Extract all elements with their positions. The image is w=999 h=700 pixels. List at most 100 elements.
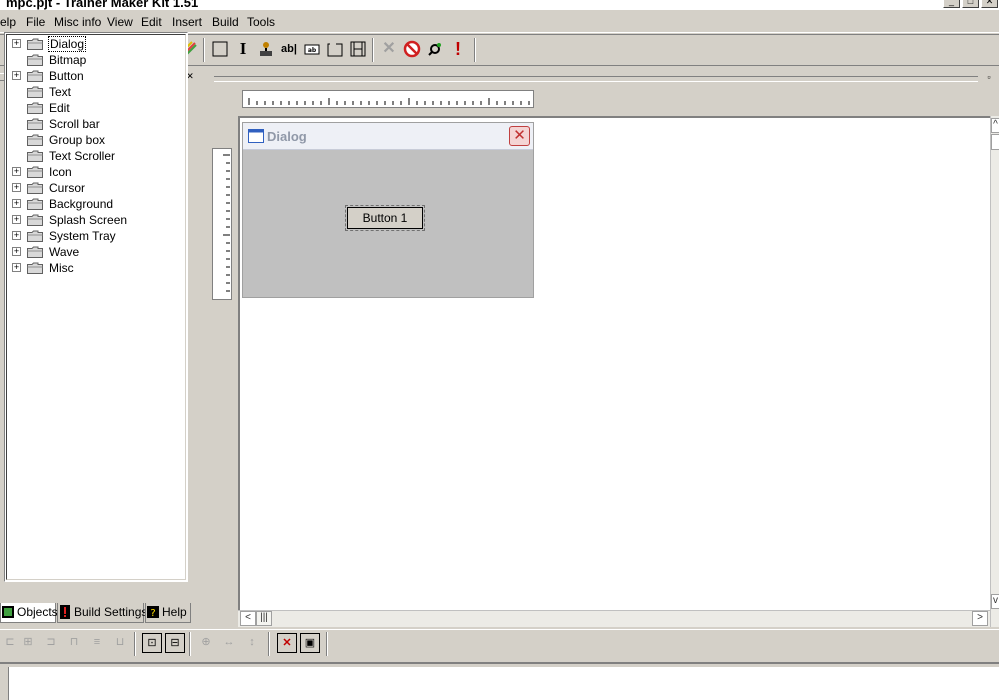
maximize-button[interactable]: □ (962, 0, 979, 8)
output-pane (0, 662, 999, 700)
align-bottom-icon[interactable]: ⊔ (110, 633, 130, 653)
dialog-preview[interactable]: Dialog ✕ Button 1 (242, 122, 534, 298)
dialog-window-icon (248, 129, 264, 143)
align-center-icon[interactable]: ⊞ (18, 633, 38, 653)
scroll-right-icon[interactable]: > (972, 611, 988, 626)
help-tab-icon: ? (147, 605, 159, 619)
test-dialog-icon[interactable]: ▣ (300, 633, 320, 653)
same-size-icon[interactable]: ⊕ (196, 633, 216, 653)
tab-build-settings[interactable]: Build Settings (57, 603, 147, 623)
no-entry-icon[interactable] (402, 39, 422, 59)
scroll-down-icon[interactable]: v (991, 594, 999, 609)
tab-help[interactable]: ? Help (145, 603, 191, 623)
expand-icon[interactable]: + (12, 71, 21, 80)
close-window-button[interactable]: ✕ (981, 0, 998, 8)
toolbar-separator-3 (474, 38, 476, 62)
expand-icon[interactable]: + (12, 215, 21, 224)
editor-float-button[interactable]: ▫ (984, 73, 994, 83)
frame-icon[interactable] (210, 39, 230, 59)
tree-item[interactable]: Scroll bar (7, 116, 177, 132)
horizontal-scrollbar[interactable]: < ||| > (238, 610, 990, 627)
expand-icon[interactable]: + (12, 263, 21, 272)
edit-box-icon[interactable]: ab| (279, 39, 299, 59)
output-text-area[interactable] (8, 667, 999, 700)
scroll-left-icon[interactable]: < (240, 611, 256, 626)
expand-icon[interactable]: + (12, 167, 21, 176)
tree-item[interactable]: + System Tray (7, 228, 177, 244)
scroll-thumb[interactable]: ||| (256, 611, 272, 626)
pane-splitter[interactable] (203, 68, 211, 628)
expand-icon[interactable]: + (12, 199, 21, 208)
group-box-icon[interactable] (325, 39, 345, 59)
tree-item[interactable]: + Icon (7, 164, 177, 180)
menu-misc-info[interactable]: Misc info (54, 15, 101, 29)
tree-item-label: Misc (49, 261, 74, 275)
tree-item[interactable]: Text Scroller (7, 148, 177, 164)
align-left-icon[interactable]: ⊏ (0, 633, 20, 653)
menu-build[interactable]: Build (212, 15, 239, 29)
align-top-icon[interactable]: ⊓ (64, 633, 84, 653)
menu-help[interactable]: elp (0, 15, 16, 29)
tree-item-label: Bitmap (49, 53, 87, 67)
tree-item-label: Text Scroller (49, 149, 116, 163)
expand-icon[interactable]: + (12, 183, 21, 192)
editor-grip[interactable] (214, 76, 978, 82)
dialog-close-icon[interactable]: ✕ (509, 126, 530, 146)
align-middle-icon[interactable]: ≡ (87, 633, 107, 653)
settings-icon[interactable] (425, 39, 445, 59)
button-1[interactable]: Button 1 (345, 205, 425, 231)
expand-icon[interactable]: + (12, 247, 21, 256)
tree-item[interactable]: + Dialog (7, 36, 177, 52)
object-tree[interactable]: + Dialog Bitmap + Button Text Edit Scroll bar Gr… (4, 32, 188, 582)
button-control-icon[interactable]: ab (302, 39, 322, 59)
tree-item-label: Icon (49, 165, 72, 179)
tool-icon[interactable] (256, 39, 276, 59)
expand-icon[interactable]: + (12, 231, 21, 240)
tree-item-label: Scroll bar (49, 117, 100, 131)
menu-file[interactable]: File (26, 15, 45, 29)
tab-objects[interactable]: Objects (0, 603, 58, 623)
tree-item[interactable]: + Background (7, 196, 177, 212)
menu-view[interactable]: View (107, 15, 133, 29)
tree-item-label: System Tray (49, 229, 116, 243)
vscroll-thumb[interactable] (991, 134, 999, 150)
build-settings-tab-icon (59, 605, 71, 619)
menu-edit[interactable]: Edit (141, 15, 162, 29)
folder-icon (27, 262, 43, 274)
dialog-title: Dialog (267, 129, 307, 144)
same-height-icon[interactable]: ↕ (242, 633, 262, 653)
menu-insert[interactable]: Insert (172, 15, 202, 29)
tree-item[interactable]: + Wave (7, 244, 177, 260)
folder-icon (27, 134, 43, 146)
text-cursor-icon[interactable]: I (233, 39, 253, 59)
window-title: mpc.pjt - Trainer Maker Kit 1.51 (6, 0, 199, 10)
center-vertical-icon[interactable]: ⊟ (165, 633, 185, 653)
tree-item[interactable]: Text (7, 84, 177, 100)
film-icon[interactable] (348, 39, 368, 59)
align-right-icon[interactable]: ⊐ (41, 633, 61, 653)
remove-control-icon[interactable]: ✕ (277, 633, 297, 653)
folder-icon (27, 166, 43, 178)
center-horizontal-icon[interactable]: ⊡ (142, 633, 162, 653)
dialog-title-bar[interactable]: Dialog ✕ (243, 123, 533, 150)
tree-item[interactable]: + Splash Screen (7, 212, 177, 228)
tree-item[interactable]: Edit (7, 100, 177, 116)
delete-icon[interactable]: ✕ (379, 39, 399, 59)
minimize-button[interactable]: _ (943, 0, 960, 8)
tree-item[interactable]: + Cursor (7, 180, 177, 196)
tree-item[interactable]: Group box (7, 132, 177, 148)
folder-icon (27, 38, 43, 50)
menu-tools[interactable]: Tools (247, 15, 275, 29)
tree-item[interactable]: Bitmap (7, 52, 177, 68)
horizontal-ruler (242, 90, 534, 108)
vertical-scrollbar[interactable]: ^ v (990, 116, 999, 627)
tree-item[interactable]: + Button (7, 68, 177, 84)
same-width-icon[interactable]: ↔ (219, 633, 239, 653)
scroll-up-icon[interactable]: ^ (991, 118, 999, 133)
tree-item[interactable]: + Misc (7, 260, 177, 276)
expand-icon[interactable]: + (12, 39, 21, 48)
tab-help-label: Help (162, 605, 187, 619)
tree-item-label: Text (49, 85, 72, 99)
alert-icon[interactable]: ! (448, 39, 468, 59)
tree-list: + Dialog Bitmap + Button Text Edit Scroll bar Gr… (6, 34, 186, 580)
